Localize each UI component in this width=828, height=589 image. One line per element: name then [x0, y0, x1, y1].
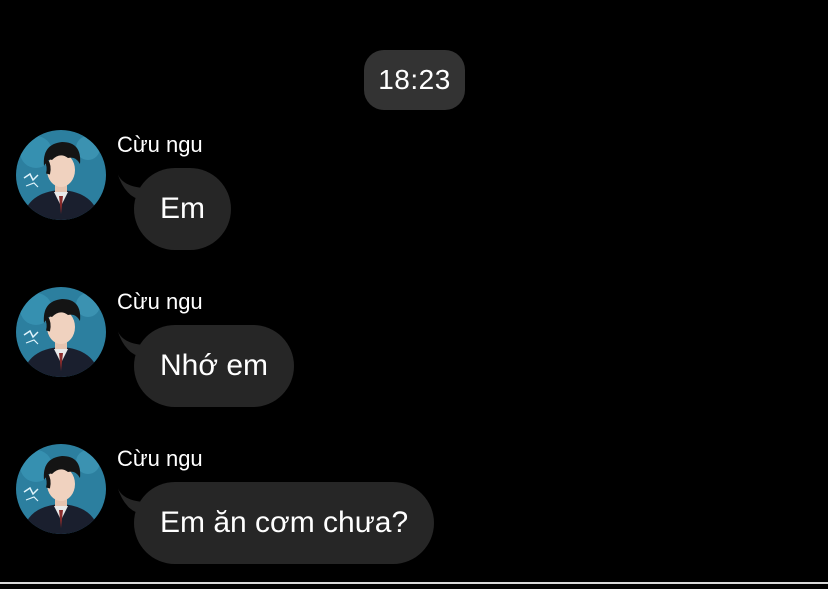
avatar[interactable] [16, 130, 106, 220]
message-row: Cừu ngu Em [0, 130, 828, 270]
contact-avatar-icon [16, 130, 106, 220]
message-bubble[interactable]: Em ăn cơm chưa? [134, 482, 435, 564]
contact-avatar-icon [16, 287, 106, 377]
sender-name: Cừu ngu [117, 289, 203, 314]
avatar[interactable] [16, 444, 106, 534]
contact-avatar-icon [16, 444, 106, 534]
sender-name: Cừu ngu [117, 446, 203, 471]
message-row: Cừu ngu Em ăn cơm chưa? [0, 444, 828, 584]
message-bubble[interactable]: Nhớ em [134, 325, 295, 407]
message-bubble[interactable]: Em [134, 168, 231, 250]
bottom-divider [0, 582, 828, 584]
sender-name: Cừu ngu [117, 132, 203, 157]
message-row: Cừu ngu Nhớ em [0, 287, 828, 427]
timestamp-badge: 18:23 [364, 50, 465, 110]
avatar[interactable] [16, 287, 106, 377]
